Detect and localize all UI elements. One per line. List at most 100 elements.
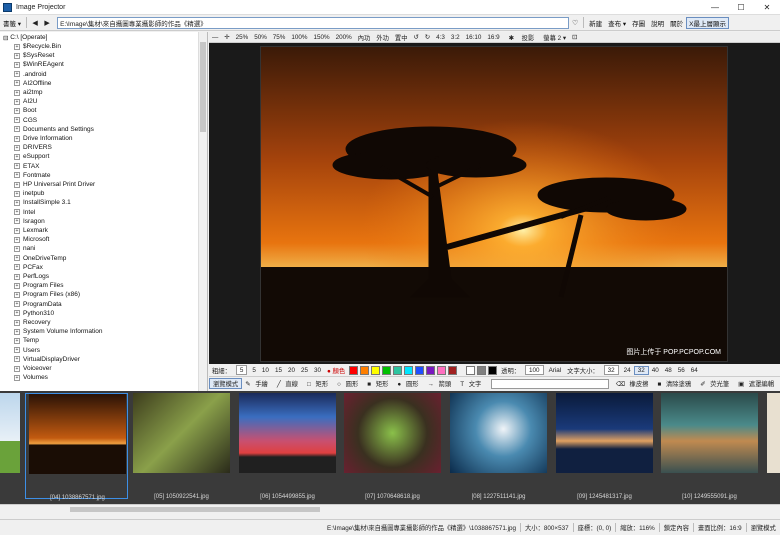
color-swatch[interactable] [448,365,458,375]
line-tool[interactable]: ╱ 直線 [274,379,304,388]
freehand-tool[interactable]: ✎ 手繪 [242,379,274,388]
color-swatch[interactable] [466,365,476,375]
ratio-4-3[interactable]: 4:3 [433,34,448,41]
tree-node[interactable]: + nani [14,244,35,253]
thickness-input[interactable]: 5 [235,365,248,375]
fit-outside[interactable]: 外功 [373,33,392,42]
thickness-option[interactable]: 5 [249,367,259,374]
expand-icon[interactable]: + [14,310,20,317]
filled-circle-tool[interactable]: ● 圓形 [394,379,424,388]
thickness-option[interactable]: 30 [311,367,324,374]
zoom-200[interactable]: 200% [333,34,355,41]
close-button[interactable]: ✕ [754,0,780,15]
screen-select[interactable]: 螢幕 2 ▾ [540,33,569,42]
thumbnail[interactable]: [10] 1249555091.jpg [658,393,761,500]
zoom-50[interactable]: 50% [251,34,270,41]
fontsize-option[interactable]: 64 [688,367,701,374]
tree-node[interactable]: + $SysReset [14,51,54,60]
expand-icon[interactable]: + [14,347,20,354]
slideshow-button[interactable]: ✱ 投影 [503,33,541,42]
tree-node[interactable]: + Drive Information [14,134,73,143]
fontsize-option[interactable]: 32 [633,365,649,375]
expand-icon[interactable]: + [14,181,20,188]
text-input[interactable] [491,378,609,389]
expand-icon[interactable]: + [14,319,20,326]
expand-icon[interactable]: + [14,282,20,289]
expand-icon[interactable]: + [14,190,20,197]
expand-icon[interactable]: + [14,328,20,335]
expand-icon[interactable]: + [14,61,20,68]
expand-icon[interactable]: + [14,98,20,105]
tree-node[interactable]: + Documents and Settings [14,125,94,134]
bookmarks-menu[interactable]: 書籤 ▾ [0,18,24,28]
tree-node[interactable]: + System Volume Information [14,327,102,336]
tree-node[interactable]: + Recovery [14,318,50,327]
expand-icon[interactable]: + [14,374,20,381]
minus-icon[interactable]: ⊟ [3,34,10,42]
expand-icon[interactable]: + [14,337,20,344]
save-image-button[interactable]: 存圖 [629,18,648,28]
circle-tool[interactable]: ○ 圓形 [334,379,364,388]
zoom-100[interactable]: 100% [288,34,310,41]
tree-node[interactable]: + Lexmark [14,226,48,235]
tree-node[interactable]: + $Recycle.Bin [14,42,61,51]
expand-icon[interactable]: + [14,89,20,96]
tree-node[interactable]: + OneDriveTemp [14,254,66,263]
tree-node[interactable]: + AI2U [14,97,37,106]
expand-icon[interactable]: + [14,135,20,142]
opacity-input[interactable]: 100 [525,365,544,375]
fit-inside[interactable]: 內功 [355,33,374,42]
always-on-top-button[interactable]: X最上層顯示 [686,16,729,29]
expand-icon[interactable]: + [14,255,20,262]
thumbnail[interactable] [764,393,780,499]
ratio-16-10[interactable]: 16:10 [463,34,485,41]
minimize-button[interactable]: — [702,0,728,15]
color-swatch[interactable] [477,365,487,375]
expand-icon[interactable]: + [14,80,20,87]
expand-icon[interactable]: + [14,52,20,59]
tree-node[interactable]: + ProgramData [14,300,62,309]
expand-icon[interactable]: + [14,153,20,160]
thumbnail-scrollbar[interactable] [0,504,780,513]
thickness-option[interactable]: 25 [298,367,311,374]
collapse-icon[interactable]: — [209,34,221,41]
expand-icon[interactable]: + [14,291,20,298]
tree-node[interactable]: + Intel [14,208,35,217]
fontsize-option[interactable]: 48 [662,367,675,374]
tree-node[interactable]: + Boot [14,106,36,115]
tree-node[interactable]: + Voiceover [14,364,52,373]
browse-mode-button[interactable]: 瀏覽模式 [209,378,243,389]
maximize-button[interactable]: ☐ [728,0,754,15]
fullscreen-icon[interactable]: ⊡ [569,34,580,41]
rotate-left-icon[interactable]: ↺ [411,34,422,41]
color-swatch[interactable] [360,365,370,375]
expand-icon[interactable]: + [14,236,20,243]
expand-icon[interactable]: + [14,218,20,225]
font-select[interactable]: Arial [546,367,565,374]
tree-node[interactable]: + ETAX [14,162,40,171]
expand-icon[interactable]: + [14,264,20,271]
rotate-right-icon[interactable]: ↻ [422,34,433,41]
tree-node[interactable]: + Fontmate [14,171,50,180]
arrow-tool[interactable]: → 箭頭 [425,379,458,388]
fontsize-input[interactable]: 32 [603,365,619,375]
zoom-75[interactable]: 75% [270,34,289,41]
center-button[interactable]: 置中 [392,33,411,42]
fontsize-option[interactable]: 40 [649,367,662,374]
tree-node[interactable]: + Program Files (x86) [14,290,80,299]
rect-tool[interactable]: □ 矩形 [304,379,334,388]
expand-icon[interactable]: + [14,107,20,114]
favorite-heart-icon[interactable]: ♡ [569,19,581,27]
expand-icon[interactable]: + [14,117,20,124]
scroll-thumb[interactable] [200,42,206,132]
expand-icon[interactable]: + [14,199,20,206]
clear-drawing-button[interactable]: ■ 清除塗鴉 [654,379,697,388]
tree-node[interactable]: + Python310 [14,309,54,318]
thickness-option[interactable]: 20 [285,367,298,374]
tree-node[interactable]: + .android [14,70,47,79]
expand-icon[interactable]: + [14,245,20,252]
forward-button[interactable]: ▶ [41,19,53,27]
color-swatch[interactable] [371,365,381,375]
tree-node[interactable]: + Temp [14,336,39,345]
tree-node[interactable]: + Microsoft [14,235,49,244]
